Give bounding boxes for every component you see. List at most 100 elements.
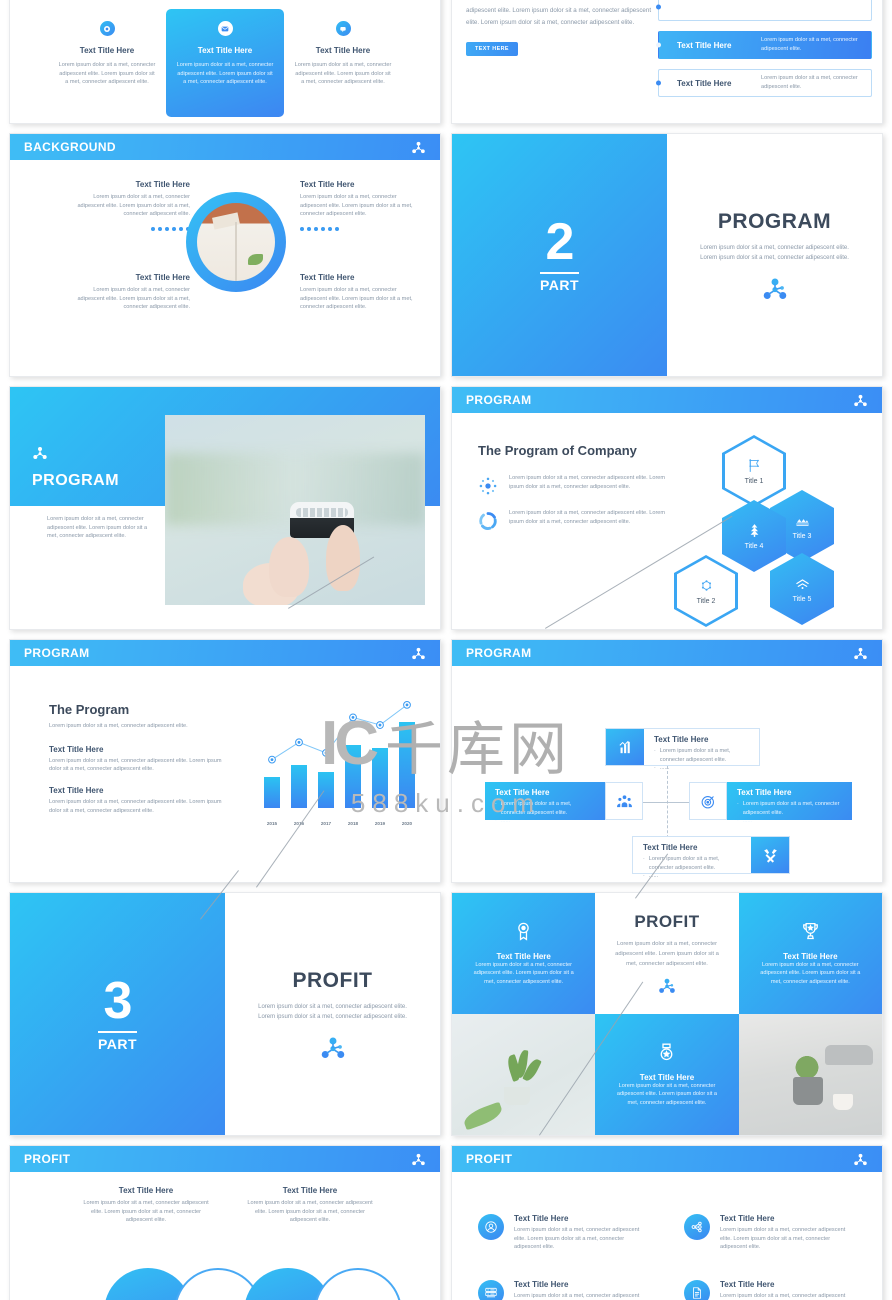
slide-program-flow[interactable]: PROGRAM Text Title Here · Lorem ipsum dol… xyxy=(451,639,883,883)
list-item[interactable]: Text Title Here Lorem ipsum dolor sit a … xyxy=(478,1279,650,1300)
program-text-column: The Program of Company Lorem ipsum dolor… xyxy=(478,443,668,544)
cell-body: Lorem ipsum dolor sit a met, connecter a… xyxy=(760,961,861,985)
text-here-button[interactable]: TEXT HERE xyxy=(466,41,518,56)
flow-node-right[interactable]: Text Title Here · Lorem ipsum dolor sit a… xyxy=(689,782,852,824)
head-body: Lorem ipsum dolor sit a met, connecter a… xyxy=(83,1200,209,1224)
hexagon-title-5[interactable]: Title 5 xyxy=(770,553,834,625)
dot-separator xyxy=(300,226,424,231)
item-body: Lorem ipsum dolor sit a met, connecter a… xyxy=(514,1227,640,1251)
list-row[interactable]: Text Title Here Lorem ipsum dolor sit a … xyxy=(658,69,872,97)
node-sub: ...... xyxy=(659,765,670,772)
slide-profit-grid[interactable]: Text Title Here Lorem ipsum dolor sit a … xyxy=(451,892,883,1136)
profit-cell-1[interactable]: Text Title Here Lorem ipsum dolor sit a … xyxy=(452,893,596,1014)
molecule-icon xyxy=(33,447,47,459)
dot-separator xyxy=(66,226,190,231)
waves-icon xyxy=(795,579,809,590)
node-title: Text Title Here xyxy=(654,735,709,744)
node-body: Lorem ipsum dolor sit a met, connecter a… xyxy=(500,801,572,816)
list-item[interactable]: Text Title Here Lorem ipsum dolor sit a … xyxy=(478,1214,650,1252)
row-list: Text Title Here Lorem ipsum dolor sit a … xyxy=(658,0,872,107)
list-row-partial[interactable] xyxy=(658,0,872,21)
block-body: Lorem ipsum dolor sit a met, connecter a… xyxy=(300,194,413,218)
bullet: · xyxy=(643,873,645,880)
slide-three-cards[interactable]: Text Title Here Lorem ipsum dolor sit a … xyxy=(9,0,441,124)
template-preview-sheet: Text Title Here Lorem ipsum dolor sit a … xyxy=(0,0,892,1300)
card-title: Text Title Here xyxy=(197,46,253,55)
header-title: PROGRAM xyxy=(466,646,532,660)
block-title: Text Title Here xyxy=(49,785,104,795)
slide-header: PROGRAM xyxy=(10,640,440,666)
cell-title: Text Title Here xyxy=(783,951,838,961)
magazine-photo-circle xyxy=(186,192,286,292)
slide-header: PROGRAM xyxy=(452,387,882,413)
header-title: PROGRAM xyxy=(24,646,90,660)
profit-cell-2[interactable]: Text Title Here Lorem ipsum dolor sit a … xyxy=(738,893,882,1014)
list-item[interactable]: Text Title Here Lorem ipsum dolor sit a … xyxy=(684,1279,856,1300)
card-body: Lorem ipsum dolor sit a met, connecter a… xyxy=(176,62,274,86)
mail-icon xyxy=(217,21,233,36)
slide-header: BACKGROUND xyxy=(10,134,440,160)
bar-line-chart: 201520162017201820192020 xyxy=(258,700,424,832)
ribbon-badge-icon xyxy=(518,922,529,941)
item-body: Lorem ipsum dolor sit a met, connecter a… xyxy=(720,1227,846,1251)
head-title: Text Title Here xyxy=(282,1186,338,1195)
hexagon-label: Title 3 xyxy=(792,533,812,540)
cell-body: Lorem ipsum dolor sit a met, connecter a… xyxy=(473,961,574,985)
head-body: Lorem ipsum dolor sit a met, connecter a… xyxy=(247,1200,373,1224)
list-item[interactable]: Text Title Here Lorem ipsum dolor sit a … xyxy=(684,1214,856,1252)
chart-point-2016 xyxy=(295,738,303,747)
list-row[interactable]: Text Title Here Lorem ipsum dolor sit a … xyxy=(658,31,872,59)
bullet: · xyxy=(654,748,656,754)
slide-program-image[interactable]: PROGRAM Lorem ipsum dolor sit a met, con… xyxy=(9,386,441,630)
program-body: Lorem ipsum dolor sit a met, connecter a… xyxy=(47,516,148,540)
profit-cell-3[interactable]: Text Title Here Lorem ipsum dolor sit a … xyxy=(595,1014,739,1135)
block-body: Lorem ipsum dolor sit a met, connecter a… xyxy=(49,757,222,773)
card-2-active[interactable]: Text Title Here Lorem ipsum dolor sit a … xyxy=(166,9,284,117)
card-1[interactable]: Text Title Here Lorem ipsum dolor sit a … xyxy=(48,9,166,117)
card-3[interactable]: Text Title Here Lorem ipsum dolor sit a … xyxy=(284,9,402,117)
block-body: Lorem ipsum dolor sit a met, connecter a… xyxy=(49,798,222,814)
slide-profit-list[interactable]: PROFIT Text Title Here Lorem ipsum dolor… xyxy=(451,1145,883,1300)
part-number: 3 xyxy=(103,972,133,1031)
bullet: · xyxy=(737,801,739,807)
item-body: Lorem ipsum dolor sit a met, connecter a… xyxy=(720,1292,846,1299)
slide-part-2[interactable]: 2 PART PROGRAM Lorem ipsum dolor sit a m… xyxy=(451,133,883,377)
flow-node-left[interactable]: Text Title Here · Lorem ipsum dolor sit a… xyxy=(485,782,643,824)
molecule-icon xyxy=(412,1153,425,1165)
header-title: PROFIT xyxy=(466,1152,513,1166)
chart-x-label: 2020 xyxy=(401,821,413,826)
slide-background[interactable]: BACKGROUND Text Title Here Lorem ipsum d… xyxy=(9,133,441,377)
card-title: Text Title Here xyxy=(315,46,371,55)
chart-point-2020 xyxy=(403,700,411,709)
slide-program-chart[interactable]: PROGRAM The Program Lorem ipsum dolor si… xyxy=(9,639,441,883)
item-body: Lorem ipsum dolor sit a met, connecter a… xyxy=(514,1292,640,1299)
slide-profit-circles[interactable]: PROFIT Text Title Here Lorem ipsum dolor… xyxy=(9,1145,441,1300)
cell-title: Text Title Here xyxy=(639,1072,695,1082)
circle-node-4[interactable] xyxy=(314,1268,402,1300)
chart-text-column: The Program Lorem ipsum dolor sit a met,… xyxy=(49,702,235,827)
hexagon-title-1[interactable]: Title 1 xyxy=(722,435,786,507)
bullet: · xyxy=(643,856,645,862)
intro-paragraph: adipescent elite. Lorem ipsum dolor sit … xyxy=(466,7,652,26)
chart-x-label: 2015 xyxy=(266,821,278,826)
block-title: Text Title Here xyxy=(300,273,355,282)
bullet: · xyxy=(737,818,739,825)
block-title: Text Title Here xyxy=(300,180,355,189)
card-body: Lorem ipsum dolor sit a met, connecter a… xyxy=(294,62,392,86)
trophy-icon xyxy=(802,922,818,939)
slide-header: PROGRAM xyxy=(452,640,882,666)
item-title: Text Title Here xyxy=(514,1279,569,1289)
flow-node-top[interactable]: Text Title Here · Lorem ipsum dolor sit a… xyxy=(605,728,760,771)
slide-program-hexagons[interactable]: PROGRAM The Program of Company Lorem ips… xyxy=(451,386,883,630)
slide-list-rows[interactable]: adipescent elite. Lorem ipsum dolor sit … xyxy=(451,0,883,124)
slide-part-3[interactable]: 3 PART PROFIT Lorem ipsum dolor sit a me… xyxy=(9,892,441,1136)
head-title: Text Title Here xyxy=(118,1186,174,1195)
molecule-icon xyxy=(854,1153,867,1165)
slide-header: PROFIT xyxy=(10,1146,440,1172)
target-icon xyxy=(689,782,727,820)
circle-headings: Text Title Here Lorem ipsum dolor sit a … xyxy=(78,1186,378,1225)
molecule-icon xyxy=(412,141,425,153)
circle-heading-2: Text Title Here Lorem ipsum dolor sit a … xyxy=(242,1186,378,1225)
profit-title: PROFIT xyxy=(634,911,700,931)
hexagon-title-2[interactable]: Title 2 xyxy=(674,555,738,627)
